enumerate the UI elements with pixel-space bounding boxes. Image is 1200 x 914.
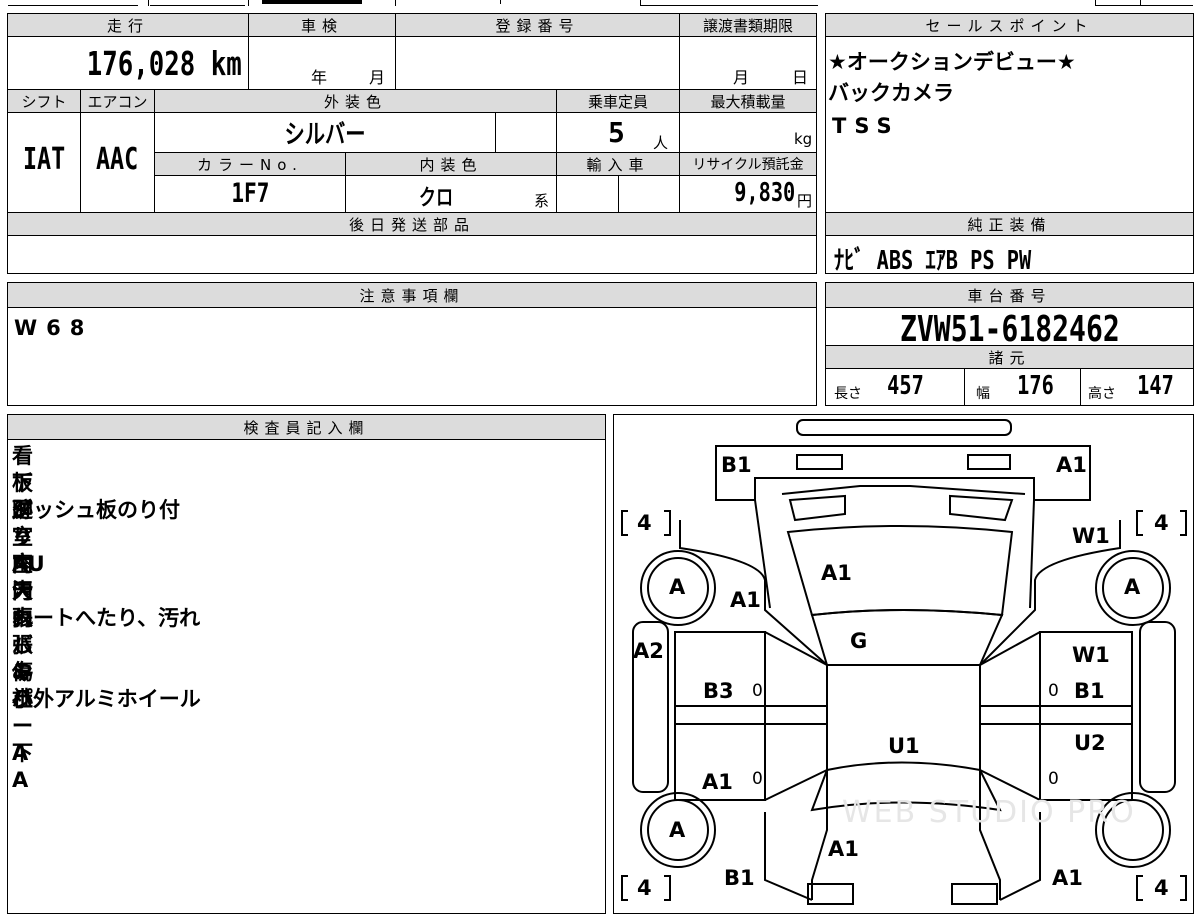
- exterior-color-header: 外装色: [155, 90, 556, 112]
- recycle-unit: 円: [797, 192, 813, 210]
- diagram-watermark: WEB STUDIO PRO: [842, 795, 1136, 830]
- length-label: 長さ: [834, 386, 862, 402]
- mark-quarter-left: A1: [730, 588, 761, 612]
- mark-right-w1: W1: [1072, 643, 1110, 667]
- recycle-value: 9,830: [733, 178, 795, 208]
- mileage-value: 176,028 km: [87, 44, 242, 83]
- interior-color-value: クロ: [418, 186, 454, 211]
- mark-rear-right: A1: [1056, 453, 1087, 477]
- mark-zero: 0: [752, 681, 763, 701]
- capacity-value: 5: [608, 116, 625, 149]
- width-label: 幅: [976, 386, 990, 402]
- width-value: 176: [1017, 371, 1054, 401]
- transfer-month-unit: 月: [733, 68, 750, 87]
- length-value: 457: [887, 371, 924, 401]
- mark-right-u2: U2: [1074, 731, 1106, 755]
- top-stub-row: [0, 0, 1200, 7]
- max-load-header: 最大積載量: [680, 90, 816, 112]
- notes-header: 注意事項欄: [8, 283, 816, 307]
- mark-front-right-a1: A1: [1052, 866, 1083, 890]
- mileage-header: 走行: [8, 14, 248, 36]
- recycle-header: リサイクル預託金: [680, 153, 816, 175]
- chassis-value: ZVW51-6182462: [899, 309, 1120, 350]
- shift-value: IAT: [22, 142, 66, 177]
- genuine-equipment-value: ﾅﾋﾞ ABS ｴｱB PS PW: [834, 246, 1032, 276]
- inspector-line: ミラーA: [12, 660, 33, 765]
- notes-panel: 注意事項欄 W68: [7, 282, 817, 406]
- tire-mark-tl: 4: [637, 511, 652, 535]
- later-parts-header: 後日発送部品: [8, 213, 816, 235]
- chassis-header: 車台番号: [826, 283, 1193, 307]
- notes-value: W68: [14, 316, 94, 340]
- chassis-panel: 車台番号 ZVW51-6182462 諸元 長さ 457 幅 176 高さ 14…: [825, 282, 1194, 406]
- inspector-panel: 検査員記入欄 看板跡 下廻りAU ダッシュ板のり付 室内汚れ 室内内張傷 天張し…: [7, 414, 606, 914]
- mark-hood-a1: A1: [828, 837, 859, 861]
- wheel-mark-tl: A: [669, 575, 686, 599]
- mark-rear-glass: A1: [821, 561, 852, 585]
- mark-zero: 0: [1048, 769, 1059, 789]
- inspection-year-unit: 年: [311, 68, 328, 87]
- sales-points-header: セールスポイント: [826, 14, 1193, 36]
- inspection-header: 車検: [249, 14, 395, 36]
- inspector-line: ダッシュ板のり付: [12, 498, 180, 522]
- capacity-unit: 人: [653, 134, 669, 152]
- car-diagram: WEB STUDIO PRO B1 A1 4 4 4 4 A A A A1 A1…: [613, 414, 1194, 914]
- shift-header: シフト: [8, 90, 80, 112]
- interior-color-suffix: 系: [534, 192, 550, 210]
- tire-mark-tr: 4: [1154, 511, 1169, 535]
- color-no-header: カラーNo.: [155, 153, 345, 175]
- mark-roof-g: G: [850, 629, 868, 653]
- sales-points-panel: セールスポイント ★オークションデビュー★ バックカメラ TSS 純正装備 ﾅﾋ…: [825, 13, 1194, 276]
- height-value: 147: [1137, 371, 1174, 401]
- tire-mark-br: 4: [1154, 876, 1169, 900]
- mark-rear-left: B1: [721, 453, 752, 477]
- inspection-month-unit: 月: [369, 68, 386, 87]
- import-header: 輸入車: [557, 153, 679, 175]
- sales-point-line: ★オークションデビュー★: [828, 50, 1076, 74]
- exterior-color-value: シルバー: [284, 120, 366, 150]
- capacity-header: 乗車定員: [557, 90, 679, 112]
- mark-right-b1: B1: [1074, 679, 1105, 703]
- genuine-equipment-header: 純正装備: [826, 213, 1193, 235]
- inspector-header: 検査員記入欄: [8, 415, 605, 439]
- specs-header: 諸元: [826, 346, 1193, 368]
- max-load-unit: kg: [794, 130, 813, 148]
- sales-point-line: TSS: [832, 114, 900, 138]
- inspector-line: シートへたり、汚れ: [12, 606, 201, 630]
- mark-right-w1-top: W1: [1072, 524, 1110, 548]
- tire-mark-bl: 4: [637, 876, 652, 900]
- mark-left-a1: A1: [702, 770, 733, 794]
- aircon-header: エアコン: [81, 90, 154, 112]
- sales-point-line: バックカメラ: [828, 81, 954, 105]
- mark-center-u1: U1: [888, 734, 920, 758]
- interior-color-header: 内装色: [346, 153, 556, 175]
- inspector-line: 社外アルミホイール: [12, 687, 201, 711]
- transfer-day-unit: 日: [792, 68, 809, 87]
- mark-zero: 0: [752, 769, 763, 789]
- mark-left-a2: A2: [633, 639, 664, 663]
- mark-left-b3: B3: [703, 679, 734, 703]
- registration-header: 登録番号: [396, 14, 679, 36]
- aircon-value: AAC: [96, 142, 139, 177]
- transfer-deadline-header: 譲渡書類期限: [680, 14, 816, 36]
- mark-front-left-b1: B1: [724, 866, 755, 890]
- wheel-mark-tr: A: [1124, 575, 1141, 599]
- height-label: 高さ: [1088, 386, 1116, 402]
- mark-zero: 0: [1048, 681, 1059, 701]
- wheel-mark-bl: A: [669, 818, 686, 842]
- color-no-value: 1F7: [230, 178, 270, 209]
- main-info-grid: 走行 車検 登録番号 譲渡書類期限 176,028 km 年 月 月 日 シフト…: [7, 13, 817, 274]
